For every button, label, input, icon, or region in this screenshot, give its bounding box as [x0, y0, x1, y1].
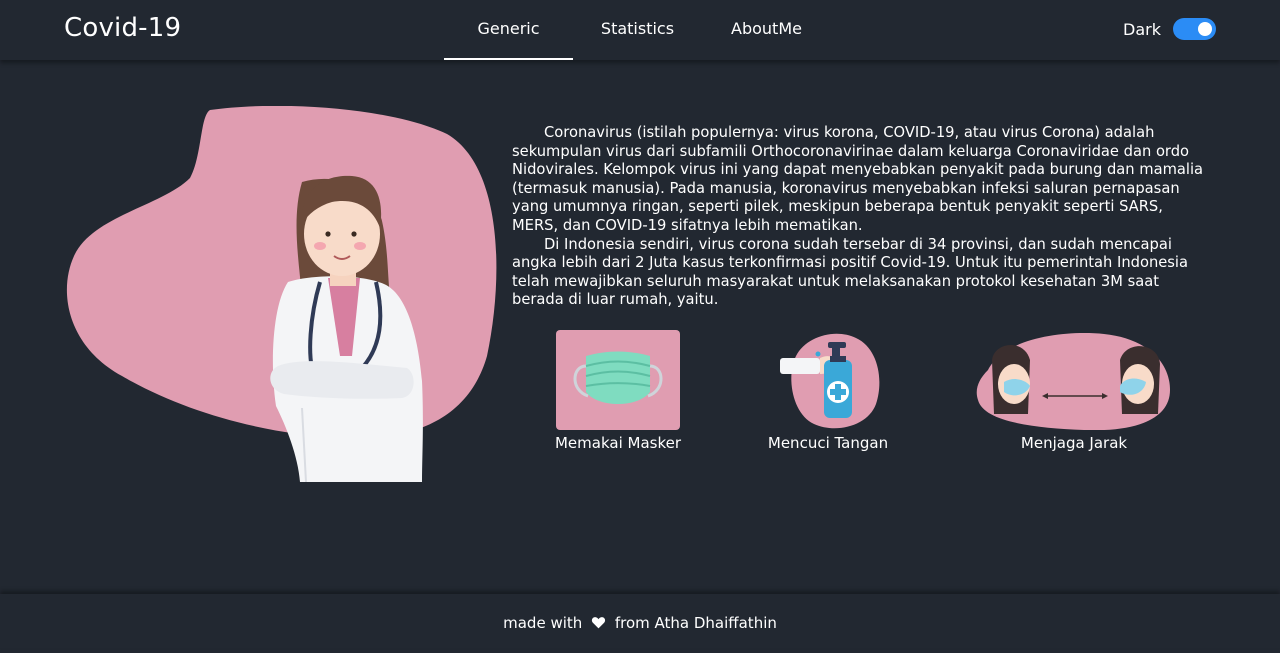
theme-toggle-label: Dark	[1123, 19, 1161, 39]
theme-toggle-group: Dark	[1123, 18, 1216, 40]
protocol-handwash: Mencuci Tangan	[758, 330, 898, 452]
protocol-mask-label: Memakai Masker	[554, 434, 682, 452]
footer-prefix: made with	[503, 614, 583, 632]
description-paragraph-2: Di Indonesia sendiri, virus corona sudah…	[512, 235, 1189, 309]
hand-sanitizer-icon	[780, 333, 880, 429]
social-distance-icon	[976, 333, 1170, 430]
tab-aboutme[interactable]: AboutMe	[702, 0, 831, 60]
footer: made with from Atha Dhaiffathin	[0, 594, 1280, 648]
brand-title[interactable]: Covid-19	[64, 13, 181, 43]
navbar: Covid-19 Generic Statistics AboutMe Dark	[0, 0, 1280, 60]
protocol-distance: Menjaga Jarak	[974, 330, 1174, 452]
doctor-illustration	[62, 105, 498, 486]
toggle-knob	[1198, 22, 1212, 36]
tab-generic[interactable]: Generic	[444, 0, 573, 60]
description-paragraph-1: Coronavirus (istilah populernya: virus k…	[512, 124, 1204, 234]
protocol-distance-label: Menjaga Jarak	[1020, 434, 1128, 452]
face-mask-icon	[556, 330, 680, 430]
protocol-mask: Memakai Masker	[548, 330, 688, 452]
tab-statistics[interactable]: Statistics	[573, 0, 702, 60]
covid-description: Coronavirus (istilah populernya: virus k…	[512, 124, 1212, 310]
heart-icon	[591, 595, 606, 653]
footer-author: from Atha Dhaiffathin	[614, 614, 777, 632]
protocol-handwash-label: Mencuci Tangan	[767, 434, 889, 452]
dark-mode-toggle[interactable]	[1173, 18, 1216, 40]
